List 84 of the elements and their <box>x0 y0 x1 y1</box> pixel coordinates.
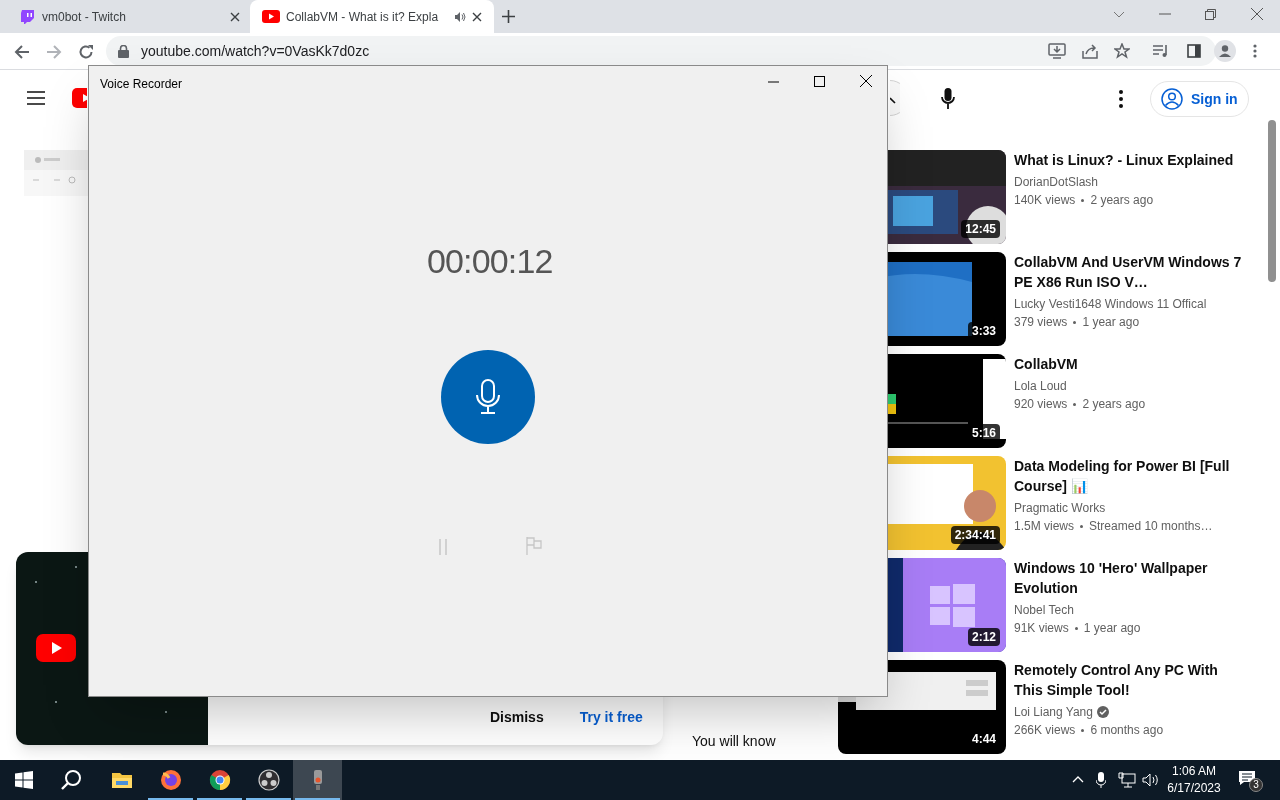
maximize-icon[interactable] <box>814 76 825 87</box>
video-title[interactable]: Remotely Control Any PC With This Simple Tool! <box>1014 660 1250 700</box>
try-free-button[interactable]: Try it free <box>565 703 657 731</box>
new-tab-icon[interactable] <box>502 10 515 23</box>
running-indicator <box>246 798 291 800</box>
channel-name[interactable]: Pragmatic Works <box>1014 499 1106 517</box>
upload-age: 2 years ago <box>1082 396 1146 413</box>
firefox-icon[interactable] <box>158 768 183 792</box>
back-icon[interactable] <box>14 44 30 60</box>
start-icon[interactable] <box>15 771 33 789</box>
video-title[interactable]: Windows 10 'Hero' Wallpaper Evolution <box>1014 558 1250 598</box>
video-title[interactable]: CollabVM <box>1014 354 1250 374</box>
obs-icon[interactable] <box>256 768 281 792</box>
profile-icon[interactable] <box>1214 40 1236 62</box>
view-count: 920 views <box>1014 396 1068 413</box>
upload-age: 1 year ago <box>1082 314 1140 331</box>
scrollbar-thumb[interactable] <box>1268 120 1276 282</box>
dismiss-button[interactable]: Dismiss <box>476 703 558 731</box>
channel-name[interactable]: Loi Liang Yang <box>1014 703 1093 721</box>
chrome-icon[interactable] <box>207 768 232 792</box>
search-icon[interactable] <box>890 80 900 116</box>
url-text: youtube.com/watch?v=0VasKk7d0zc <box>141 41 370 61</box>
search-icon[interactable] <box>60 769 82 791</box>
tab-search-icon[interactable] <box>1113 11 1125 18</box>
running-indicator <box>148 798 193 800</box>
chevron-up-icon[interactable] <box>1072 776 1084 783</box>
reload-icon[interactable] <box>78 44 94 60</box>
youtube-logo-icon <box>36 634 76 662</box>
upload-age: 2 years ago <box>1090 192 1154 209</box>
more-icon[interactable] <box>1119 90 1123 108</box>
view-count: 140K views <box>1014 192 1076 209</box>
media-icon[interactable] <box>1153 44 1169 58</box>
more-icon[interactable] <box>1253 44 1257 58</box>
menu-icon[interactable] <box>27 91 45 105</box>
video-title[interactable]: CollabVM And UserVM Windows 7 PE X86 Run ISO V… <box>1014 252 1250 292</box>
notification-badge: 3 <box>1249 778 1263 792</box>
twitch-icon <box>20 8 36 25</box>
network-icon[interactable] <box>1118 772 1136 788</box>
window-title: Voice Recorder <box>100 76 183 93</box>
view-count: 379 views <box>1014 314 1068 331</box>
share-icon[interactable] <box>1082 43 1098 59</box>
view-count: 266K views <box>1014 722 1076 739</box>
microphone-icon[interactable] <box>1096 772 1106 788</box>
running-indicator <box>295 798 340 800</box>
channel-name[interactable]: Nobel Tech <box>1014 601 1074 619</box>
volume-icon[interactable] <box>1142 773 1160 787</box>
clock-time[interactable]: 1:06 AM <box>1172 763 1216 780</box>
tab-title: vm0bot - Twitch <box>42 8 127 26</box>
upload-age: Streamed 10 months… <box>1089 518 1213 535</box>
lock-icon <box>118 44 129 58</box>
running-indicator <box>197 798 242 800</box>
channel-name[interactable]: Lucky Vesti1648 Windows 11 Offical <box>1014 295 1207 313</box>
channel-name[interactable]: Lola Loud <box>1014 377 1067 395</box>
video-title[interactable]: What is Linux? - Linux Explained <box>1014 150 1250 170</box>
clock-date[interactable]: 6/17/2023 <box>1167 780 1221 797</box>
video-title[interactable]: Data Modeling for Power BI [Full Course] 📊 <box>1014 456 1250 496</box>
youtube-logo-icon[interactable] <box>72 88 87 108</box>
duration-badge: 2:12 <box>967 628 1000 646</box>
upload-age: 6 months ago <box>1090 722 1164 739</box>
upload-age: 1 year ago <box>1083 620 1141 637</box>
duration-badge: 2:34:41 <box>950 526 1000 544</box>
star-icon[interactable] <box>1114 43 1130 59</box>
install-icon[interactable] <box>1048 43 1066 59</box>
close-icon[interactable] <box>230 11 240 22</box>
duration-badge: 12:45 <box>961 220 1000 238</box>
description-text: You will know <box>692 732 776 751</box>
microphone-icon[interactable] <box>941 88 955 110</box>
address-bar[interactable]: youtube.com/watch?v=0VasKk7d0zc <box>106 36 1216 66</box>
youtube-icon <box>262 10 280 23</box>
account-icon <box>1161 88 1183 110</box>
channel-name[interactable]: DorianDotSlash <box>1014 173 1099 191</box>
elapsed-time: 00:00:12 <box>427 241 553 282</box>
verified-icon <box>1096 706 1109 718</box>
microphone-icon <box>475 379 501 415</box>
restore-icon[interactable] <box>1205 9 1216 20</box>
close-icon[interactable] <box>860 75 872 87</box>
tab-title: CollabVM - What is it? Expla <box>286 8 440 26</box>
view-count: 91K views <box>1014 620 1069 637</box>
speaker-icon[interactable] <box>454 10 466 23</box>
view-count: 1.5M views <box>1014 518 1075 535</box>
close-icon[interactable] <box>472 11 482 22</box>
browser-tab[interactable]: CollabVM - What is it? Expla <box>250 0 494 33</box>
browser-tab[interactable]: vm0bot - Twitch <box>8 0 252 33</box>
side-panel-icon[interactable] <box>1187 44 1201 58</box>
